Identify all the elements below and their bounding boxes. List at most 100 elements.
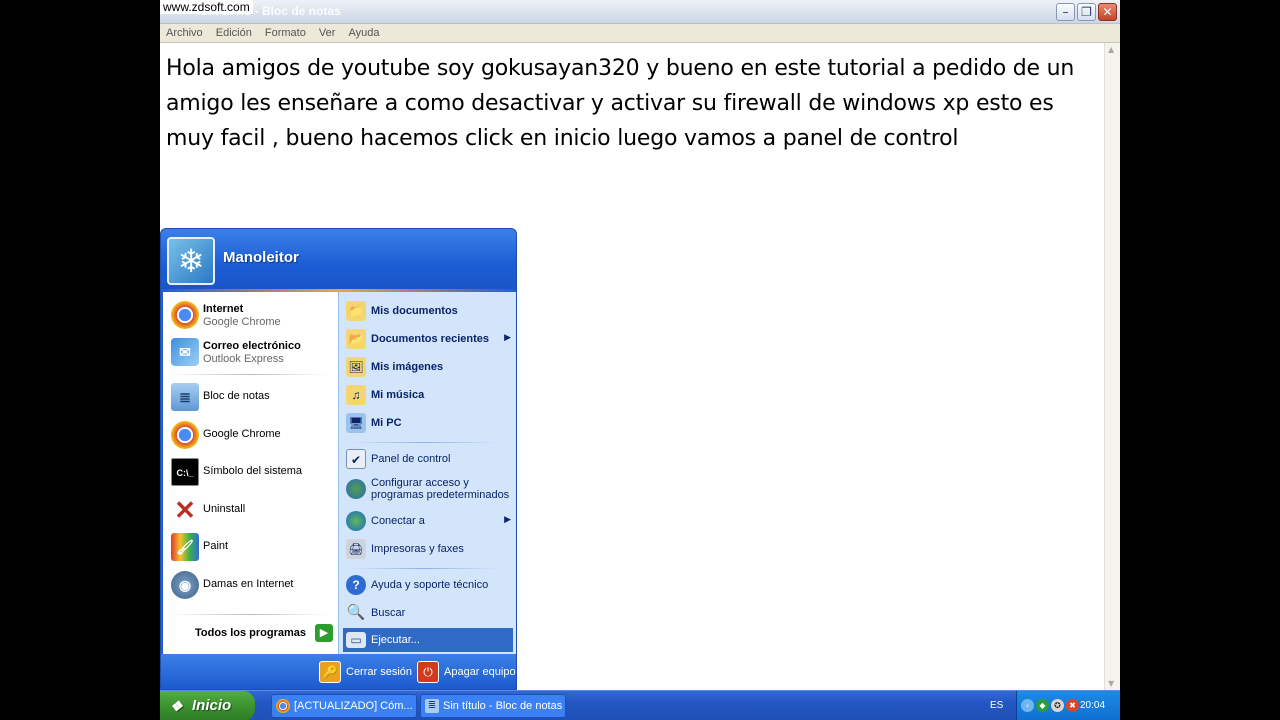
program-access-icon: [346, 479, 366, 499]
setting-label: Configurar acceso y programas predetermin…: [371, 477, 509, 501]
place-recent-docs[interactable]: 📂 Documentos recientes ▶: [343, 326, 513, 352]
windows-logo-icon: ❖: [170, 698, 183, 714]
search-icon: 🔍: [346, 604, 366, 621]
recent-label: Bloc de notas: [203, 390, 270, 402]
help-label: Buscar: [371, 607, 406, 619]
setting-connect-to[interactable]: Conectar a ▶: [343, 508, 513, 534]
watermark: www.zdsoft.com: [160, 0, 253, 14]
menu-ayuda[interactable]: Ayuda: [344, 24, 385, 42]
help-label: Ejecutar...: [371, 634, 420, 646]
setting-control-panel[interactable]: ✔ Panel de control: [343, 446, 513, 472]
help-support[interactable]: ? Ayuda y soporte técnico: [343, 572, 513, 598]
place-my-music[interactable]: ♫ Mi música: [343, 382, 513, 408]
pinned-subtitle: Outlook Express: [203, 353, 284, 365]
cmd-icon: C:\_: [171, 458, 199, 486]
minimize-button[interactable]: –: [1056, 3, 1075, 21]
printer-icon: 🖨: [346, 539, 366, 559]
place-my-computer[interactable]: 🖥 Mi PC: [343, 410, 513, 436]
tray-security-icon[interactable]: ✖: [1066, 699, 1079, 712]
close-button[interactable]: ✕: [1098, 3, 1117, 21]
setting-label-line1: Configurar acceso y: [371, 477, 469, 489]
recent-cmd[interactable]: C:\_ Símbolo del sistema: [169, 455, 331, 489]
all-programs-arrow-icon[interactable]: ▶: [315, 624, 333, 642]
tray-network-icon[interactable]: ✪: [1051, 699, 1064, 712]
tray-app-icon[interactable]: ◆: [1036, 699, 1049, 712]
power-icon: ⏻: [417, 661, 439, 683]
scroll-down-icon[interactable]: ▼: [1108, 679, 1114, 688]
log-off-label: Cerrar sesión: [346, 666, 413, 678]
task-label: Sin título - Bloc de notas: [443, 700, 563, 712]
taskbar-button-chrome[interactable]: [ACTUALIZADO] Cóm...: [271, 694, 417, 718]
menu-formato[interactable]: Formato: [260, 24, 311, 42]
help-icon: ?: [346, 575, 366, 595]
pinned-email[interactable]: ✉ Correo electrónico Outlook Express: [169, 335, 331, 369]
pictures-icon: 🖼: [346, 357, 366, 377]
separator: [171, 614, 329, 615]
recent-uninstall[interactable]: ✕ Uninstall: [169, 493, 331, 527]
shut-down-label: Apagar equipo: [444, 666, 516, 678]
submenu-arrow-icon: ▶: [504, 332, 511, 342]
recent-label: Google Chrome: [203, 428, 281, 440]
setting-printers[interactable]: 🖨 Impresoras y faxes: [343, 536, 513, 562]
setting-label-line2: programas predeterminados: [371, 489, 510, 501]
taskbar: ❖ Inicio [ACTUALIZADO] Cóm... ≣ Sin títu…: [160, 690, 1120, 720]
setting-label: Conectar a: [371, 515, 425, 527]
help-run[interactable]: ▭ Ejecutar...: [343, 628, 513, 652]
pinned-title: Correo electrónico: [203, 340, 301, 352]
place-my-pictures[interactable]: 🖼 Mis imágenes: [343, 354, 513, 380]
uninstall-icon: ✕: [174, 495, 196, 525]
desktop: Sin título - Bloc de notas – ❐ ✕ www.zds…: [160, 0, 1120, 720]
help-label: Ayuda y soporte técnico: [371, 579, 489, 591]
setting-label: Panel de control: [371, 453, 451, 465]
pinned-internet[interactable]: Internet Google Chrome: [169, 298, 331, 332]
outlook-icon: ✉: [171, 338, 199, 366]
place-my-documents[interactable]: 📁 Mis documentos: [343, 298, 513, 324]
recent-label: Damas en Internet: [203, 578, 294, 590]
key-icon: 🔑: [319, 661, 341, 683]
music-icon: ♫: [346, 385, 366, 405]
folder-icon: 📁: [346, 301, 366, 321]
chrome-icon: [171, 421, 199, 449]
clock[interactable]: 20:04: [1080, 700, 1105, 711]
start-button[interactable]: ❖ Inicio: [160, 691, 255, 720]
recent-label: Uninstall: [203, 503, 246, 515]
pinned-subtitle: Google Chrome: [203, 316, 281, 328]
network-icon: [346, 511, 366, 531]
window-titlebar[interactable]: Sin título - Bloc de notas – ❐ ✕: [160, 0, 1120, 24]
tray-arrow-icon[interactable]: ‹: [1021, 699, 1034, 712]
place-label: Mi PC: [371, 417, 402, 429]
language-indicator[interactable]: ES: [990, 700, 1003, 711]
menu-archivo[interactable]: Archivo: [161, 24, 208, 42]
menu-edicion[interactable]: Edición: [211, 24, 257, 42]
notepad-icon: ≣: [425, 699, 439, 713]
scroll-up-icon[interactable]: ▲: [1108, 45, 1114, 54]
recent-notepad[interactable]: ≣ Bloc de notas: [169, 380, 331, 414]
menu-ver[interactable]: Ver: [314, 24, 341, 42]
recent-checkers[interactable]: ◉ Damas en Internet: [169, 568, 331, 602]
notepad-icon: ≣: [171, 383, 199, 411]
all-programs-label[interactable]: Todos los programas: [195, 627, 306, 639]
setting-program-access[interactable]: Configurar acceso y programas predetermin…: [343, 474, 513, 504]
start-menu-places: 📁 Mis documentos 📂 Documentos recientes …: [338, 292, 516, 654]
checkers-icon: ◉: [171, 571, 199, 599]
place-label: Documentos recientes: [371, 333, 489, 345]
start-menu-footer: 🔑 Cerrar sesión ⏻ Apagar equipo: [161, 654, 516, 689]
place-label: Mis documentos: [371, 305, 458, 317]
recent-paint[interactable]: 🖌 Paint: [169, 530, 331, 564]
submenu-arrow-icon: ▶: [504, 514, 511, 524]
menu-bar: Archivo Edición Formato Ver Ayuda: [160, 24, 1120, 43]
recent-chrome[interactable]: Google Chrome: [169, 418, 331, 452]
help-search[interactable]: 🔍 Buscar: [343, 600, 513, 626]
maximize-button[interactable]: ❐: [1077, 3, 1096, 21]
start-menu-programs: Internet Google Chrome ✉ Correo electrón…: [163, 292, 338, 654]
chrome-icon: [276, 699, 290, 713]
paint-icon: 🖌: [171, 533, 199, 561]
start-menu-header: ❄ Manoleitor: [161, 229, 516, 291]
vertical-scrollbar[interactable]: ▲ ▼: [1104, 43, 1120, 690]
control-panel-icon: ✔: [346, 449, 366, 469]
user-avatar[interactable]: ❄: [167, 237, 215, 285]
pinned-title: Internet: [203, 303, 244, 315]
taskbar-button-notepad[interactable]: ≣ Sin título - Bloc de notas: [420, 694, 566, 718]
separator: [349, 568, 499, 569]
my-computer-icon: 🖥: [346, 413, 366, 433]
